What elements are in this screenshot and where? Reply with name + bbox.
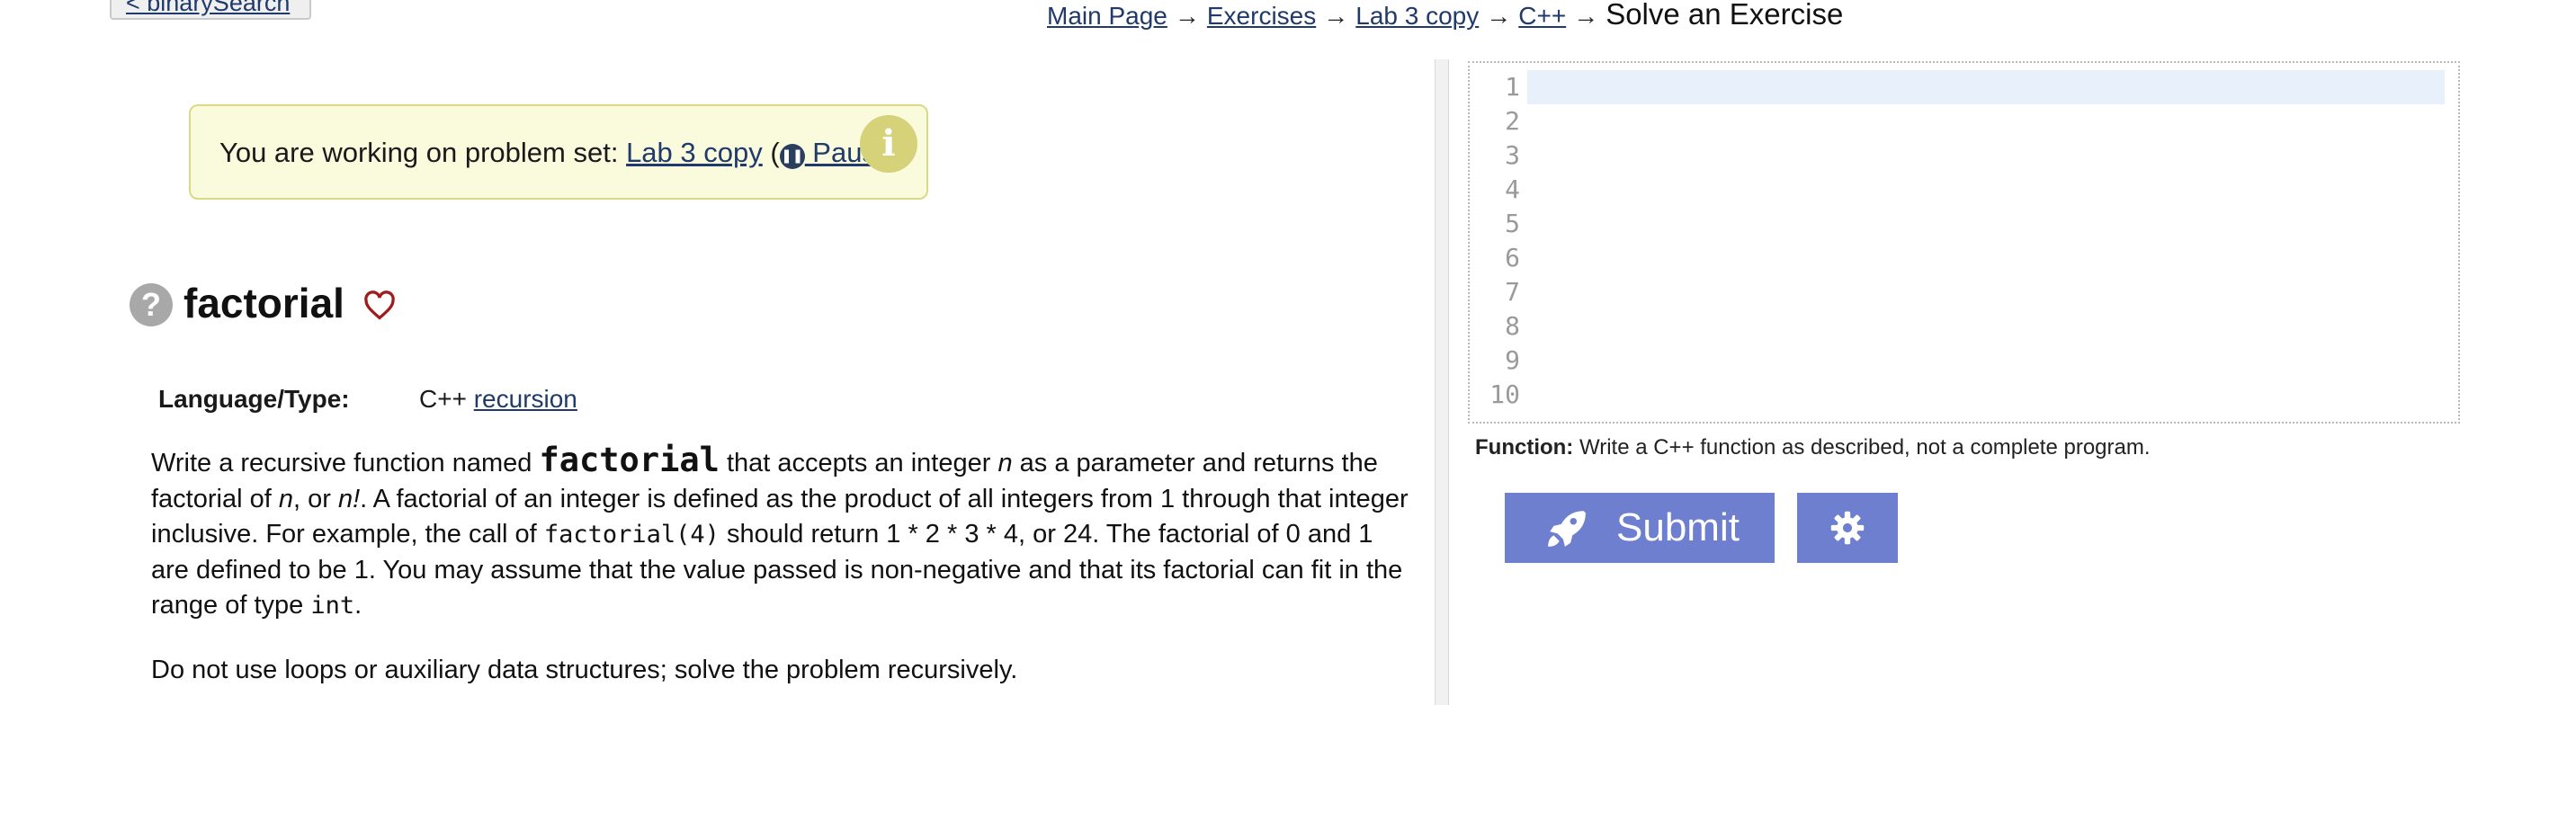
language-value: C++ recursion [419,385,577,414]
line-number: 7 [1505,277,1520,307]
breadcrumb-main-page[interactable]: Main Page [1047,2,1167,30]
heart-icon[interactable] [363,290,396,322]
help-icon[interactable]: ? [130,283,173,326]
info-icon[interactable]: i [860,115,917,173]
desc-text: , or [292,484,338,513]
code-editor[interactable]: 1 2 3 4 5 6 7 8 9 10 [1468,61,2460,424]
language-label: Language/Type: [158,385,350,413]
pane-splitter[interactable] [1435,59,1449,705]
breadcrumb: Main Page → Exercises → Lab 3 copy → C++ → Solve… [1047,0,1843,34]
breadcrumb-exercises[interactable]: Exercises [1207,2,1316,30]
page-title: Solve an Exercise [1606,0,1844,31]
hint-label: Function: [1475,435,1574,460]
hint-text: Write a C++ function as described, not a… [1573,435,2151,460]
gear-icon [1830,511,1865,545]
pause-icon: ❚❚ [779,144,805,169]
settings-button[interactable] [1797,493,1898,563]
desc-text: Write a recursive function named [151,449,540,478]
line-number: 5 [1505,209,1520,238]
line-number: 4 [1505,174,1520,204]
problem-title: factorial [183,280,344,326]
var-n: n [278,484,293,513]
submit-label: Submit [1616,505,1740,549]
breadcrumb-arrow: → [1323,2,1349,30]
language-name: C++ [419,385,467,413]
submit-button[interactable]: Submit [1505,493,1775,563]
problem-set-link[interactable]: Lab 3 copy [626,137,763,168]
line-number: 2 [1505,106,1520,136]
desc-text: . [354,591,362,620]
description-paragraph: Write a recursive function named factori… [151,442,1410,624]
prev-problem-button[interactable]: < binarySearch [110,0,311,20]
function-hint: Function: Write a C++ function as descri… [1475,435,2151,460]
line-number: 10 [1489,379,1520,409]
notice-paren-open: ( [762,137,780,168]
prev-problem-label: < binarySearch [126,0,291,16]
problem-set-notice: You are working on problem set: Lab 3 co… [189,104,928,200]
breadcrumb-cpp[interactable]: C++ [1518,2,1566,30]
problem-description: Write a recursive function named factori… [151,442,1410,688]
var-n-factorial: n! [337,484,361,513]
rocket-icon [1548,511,1586,547]
line-number: 3 [1505,140,1520,170]
line-number: 6 [1505,243,1520,272]
notice-text: You are working on problem set: [219,137,627,168]
problem-note: Do not use loops or auxiliary data struc… [151,655,1018,684]
breadcrumb-arrow: → [1573,2,1599,30]
line-number: 1 [1505,72,1520,102]
breadcrumb-arrow: → [1174,2,1200,30]
desc-text: that accepts an integer [719,449,998,478]
line-number: 9 [1505,345,1520,375]
breadcrumb-arrow: → [1486,2,1512,30]
function-name: factorial [539,441,720,479]
var-n: n [997,449,1013,478]
recursion-link[interactable]: recursion [474,385,577,413]
line-number: 8 [1505,311,1520,341]
active-line-highlight [1527,70,2445,104]
line-number-gutter: 1 2 3 4 5 6 7 8 9 10 [1470,70,1525,412]
type-int: int [310,592,355,620]
example-call: factorial(4) [543,521,720,549]
breadcrumb-lab[interactable]: Lab 3 copy [1355,2,1479,30]
